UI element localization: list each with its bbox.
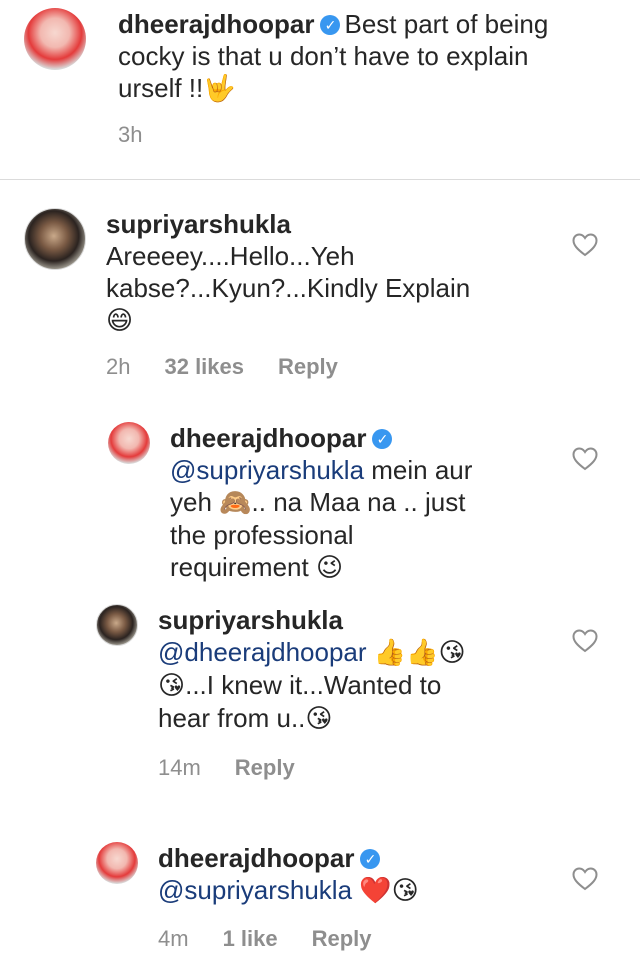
post-time: 3h bbox=[118, 122, 143, 147]
comment-3: supriyarshukla @dheerajdhoopar 👍👍😘 😘...I … bbox=[158, 604, 568, 735]
reply-button[interactable]: Reply bbox=[235, 755, 295, 780]
post-caption: dheerajdhoopar ✓ Best part of being cocky … bbox=[118, 8, 558, 105]
thumbs-up-kiss-icon: 👍👍😘 bbox=[373, 638, 466, 668]
verified-icon: ✓ bbox=[372, 429, 393, 449]
comment-4-meta: 4m 1 like Reply bbox=[158, 926, 406, 952]
comment-avatar[interactable] bbox=[108, 422, 150, 464]
comment-username[interactable]: dheerajdhoopar bbox=[170, 423, 366, 453]
heart-outline-icon[interactable] bbox=[572, 629, 598, 653]
comment-username[interactable]: dheerajdhoopar bbox=[158, 843, 354, 873]
comment-avatar[interactable] bbox=[96, 604, 138, 646]
comment-1: supriyarshukla Areeeey....Hello...Yeh ka… bbox=[106, 208, 546, 337]
comment-text: @supriyarshukla ❤️😘 bbox=[158, 874, 568, 907]
caption-divider bbox=[0, 179, 640, 180]
comment-3-meta: 14m Reply bbox=[158, 755, 329, 781]
comment-text: @supriyarshukla mein aur yeh 🙈.. na Maa n… bbox=[170, 455, 473, 583]
kiss-face-icon: 😘 bbox=[158, 671, 186, 701]
comment-text: Areeeey....Hello...Yeh kabse?...Kyun?...… bbox=[106, 241, 471, 336]
heart-outline-icon[interactable] bbox=[572, 867, 598, 891]
reply-button[interactable]: Reply bbox=[278, 354, 338, 379]
kiss-face-icon: 😘 bbox=[305, 704, 333, 734]
heart-outline-icon[interactable] bbox=[572, 233, 598, 257]
verified-icon: ✓ bbox=[320, 15, 341, 35]
like-count[interactable]: 32 likes bbox=[164, 354, 244, 379]
heart-outline-icon[interactable] bbox=[572, 447, 598, 471]
comment-4: dheerajdhoopar ✓ @supriyarshukla ❤️😘 bbox=[158, 842, 568, 907]
post-meta: 3h bbox=[118, 122, 176, 148]
comment-avatar[interactable] bbox=[24, 208, 86, 270]
hand-sign-icon: 🤟 bbox=[203, 74, 236, 104]
winking-face-icon: 😉 bbox=[315, 553, 344, 583]
comment-time: 2h bbox=[106, 354, 131, 379]
comment-text: @dheerajdhoopar 👍👍😘 😘...I knew it...Wante… bbox=[158, 637, 466, 734]
post-avatar[interactable] bbox=[24, 8, 86, 70]
comment-1-meta: 2h 32 likes Reply bbox=[106, 354, 372, 380]
verified-icon: ✓ bbox=[360, 849, 381, 869]
mention-link[interactable]: @supriyarshukla bbox=[170, 455, 364, 485]
comment-username[interactable]: supriyarshukla bbox=[158, 604, 568, 636]
comment-2: dheerajdhoopar ✓ @supriyarshukla mein aur… bbox=[170, 422, 570, 584]
comment-avatar[interactable] bbox=[96, 842, 138, 884]
reply-button[interactable]: Reply bbox=[312, 926, 372, 951]
grinning-face-icon: 😄 bbox=[106, 306, 134, 336]
post-username[interactable]: dheerajdhoopar bbox=[118, 9, 314, 39]
see-no-evil-monkey-icon: 🙈 bbox=[219, 488, 252, 518]
comment-time: 14m bbox=[158, 755, 201, 780]
comment-username[interactable]: supriyarshukla bbox=[106, 208, 546, 240]
mention-link[interactable]: @dheerajdhoopar bbox=[158, 637, 367, 667]
like-count[interactable]: 1 like bbox=[223, 926, 278, 951]
mention-link[interactable]: @supriyarshukla bbox=[158, 875, 352, 905]
heart-kiss-icon: ❤️😘 bbox=[359, 876, 419, 906]
comment-time: 4m bbox=[158, 926, 189, 951]
